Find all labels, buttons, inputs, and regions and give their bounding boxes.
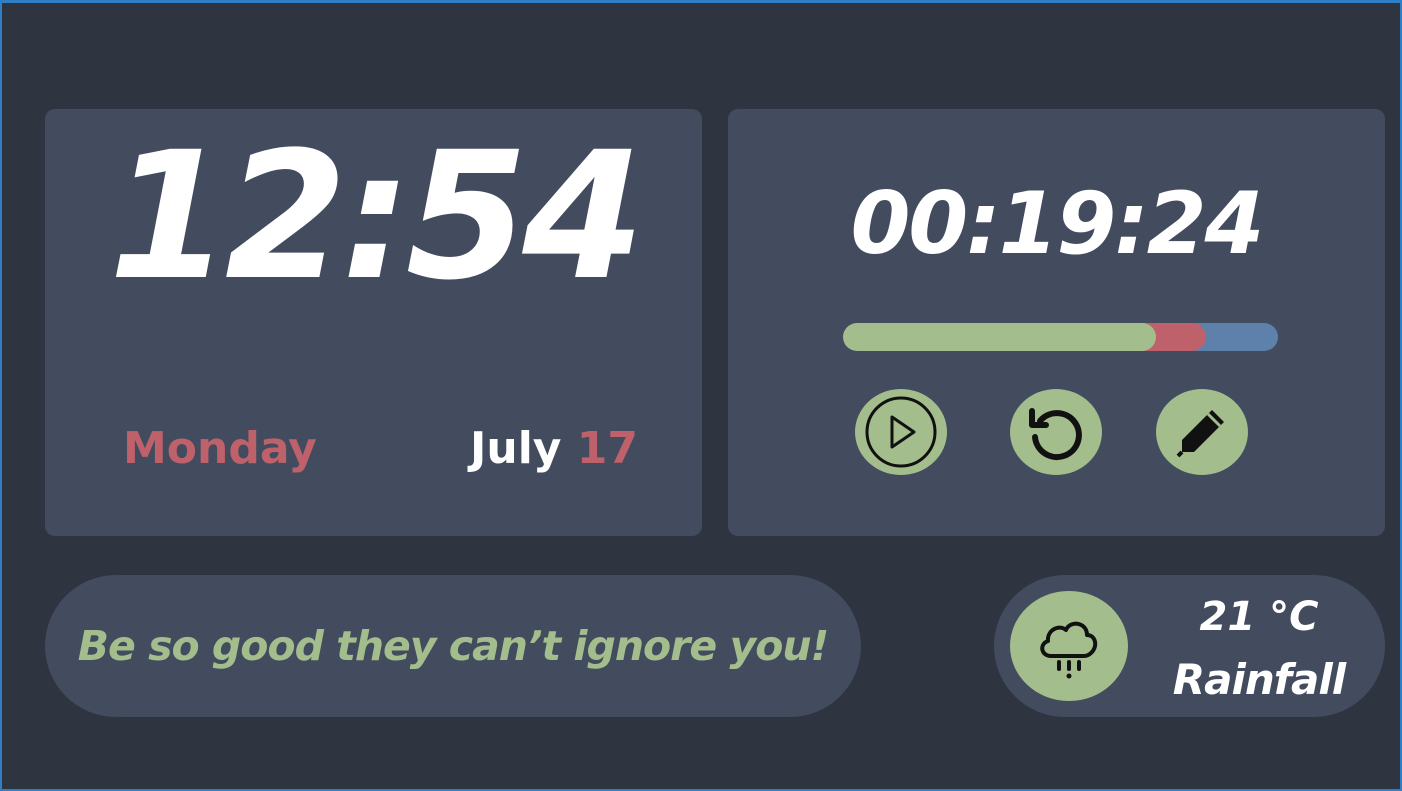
quote-text: Be so good they can’t ignore you! <box>77 622 830 670</box>
reset-icon <box>1029 408 1082 461</box>
weather-temperature: 21 °C <box>1199 594 1319 640</box>
play-button[interactable] <box>855 389 947 475</box>
date-line: July 17 <box>470 427 638 471</box>
edit-button[interactable] <box>1156 389 1248 475</box>
timer-card: 00:19:24 <box>728 109 1385 536</box>
weather-widget: 21 °C Rainfall <box>994 575 1385 717</box>
rain-cloud-icon <box>1040 621 1098 679</box>
day-of-month: 17 <box>576 423 639 474</box>
timer-time: 00:19:24 <box>850 174 1265 274</box>
day-name: Monday <box>123 423 317 474</box>
clock-card: 12:54 Monday July 17 <box>45 109 702 536</box>
reset-button[interactable] <box>1010 389 1102 475</box>
timer-progress-bar <box>843 323 1278 351</box>
progress-green-segment <box>843 323 1157 351</box>
pencil-icon <box>1176 410 1224 458</box>
month-label: July <box>470 423 562 474</box>
clock-time: 12:54 <box>108 114 644 319</box>
quote-pill: Be so good they can’t ignore you! <box>45 575 861 717</box>
play-icon <box>865 396 937 468</box>
weather-icon-badge <box>1010 591 1128 701</box>
weather-condition: Rainfall <box>1172 655 1346 704</box>
